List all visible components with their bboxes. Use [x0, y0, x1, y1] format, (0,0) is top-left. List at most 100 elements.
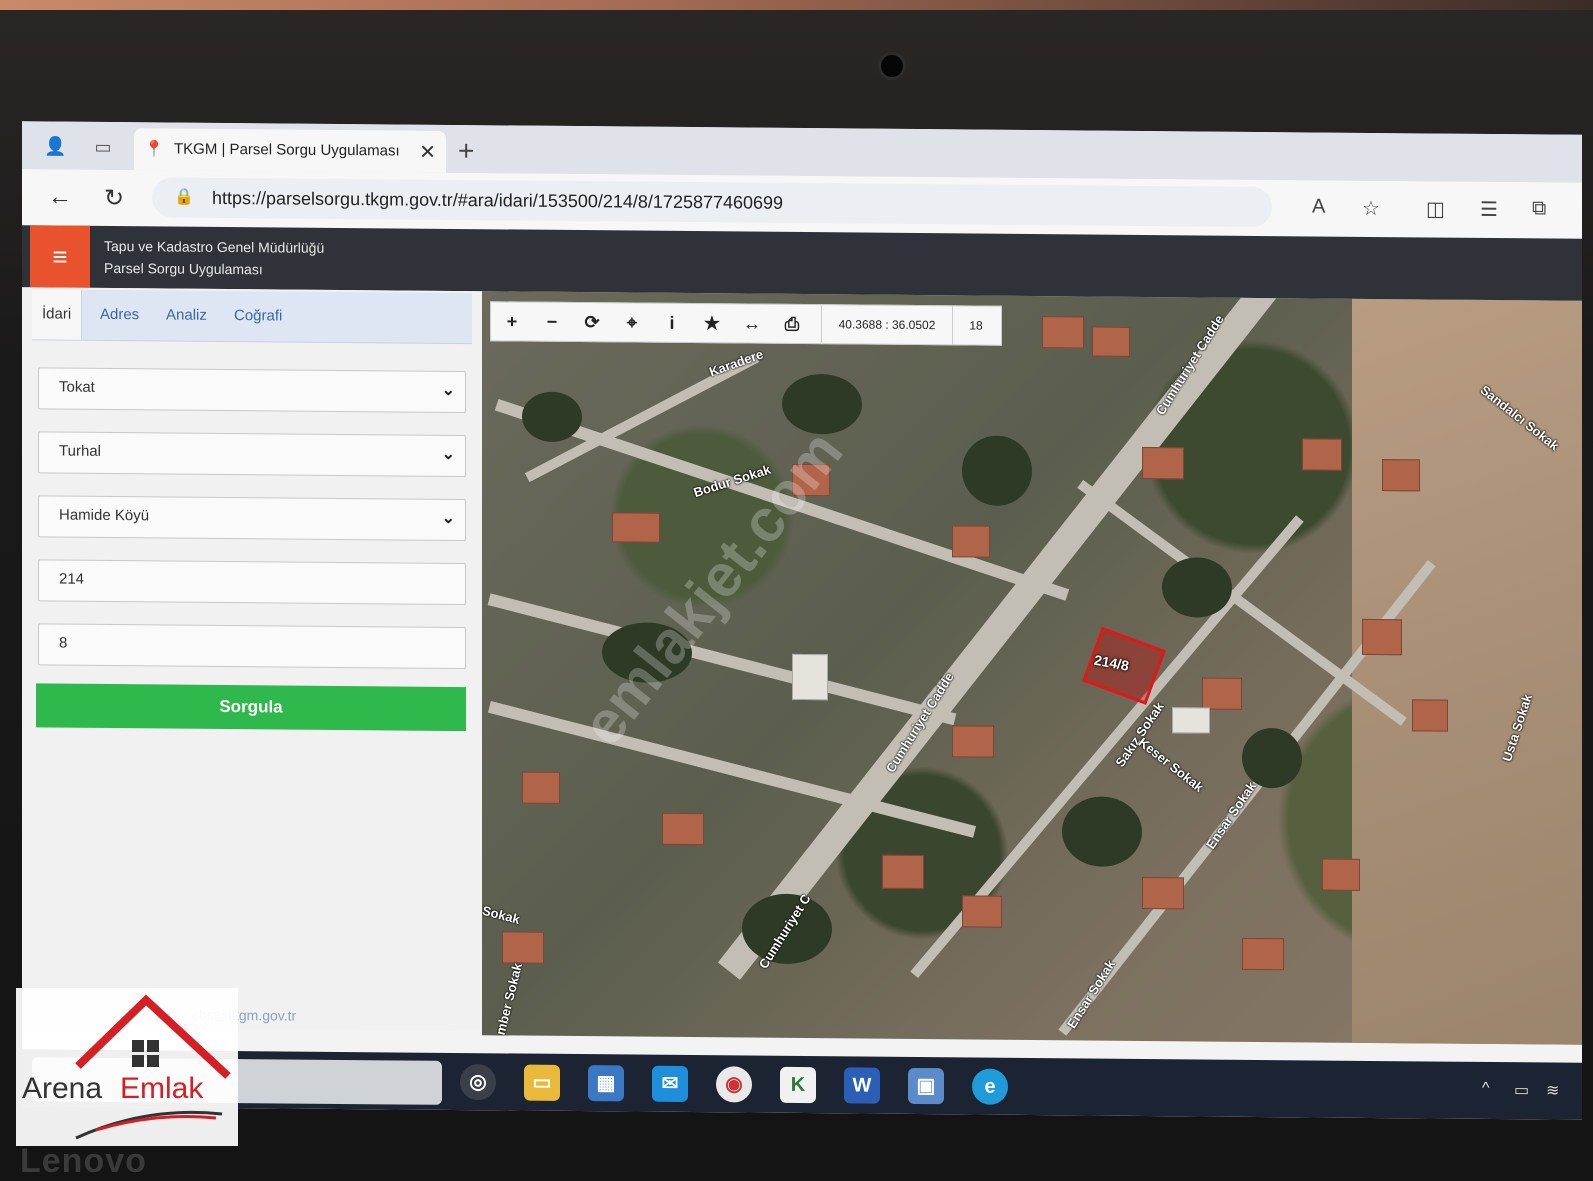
query-tabs: İdari Adres Analiz Coğrafi [32, 289, 472, 345]
refresh-map-icon[interactable]: ⟳ [575, 309, 609, 335]
device-brand: Lenovo [20, 1142, 147, 1180]
favorites-icon[interactable]: ☰ [1480, 197, 1498, 222]
wifi-icon[interactable]: ≋ [1546, 1080, 1559, 1100]
street-label: Ensar Sokak [1202, 778, 1260, 852]
app-title-app: Parsel Sorgu Uygulaması [104, 259, 263, 278]
ada-value: 214 [59, 570, 85, 588]
street-label: Ensar Sokak [1063, 957, 1119, 1031]
app-icon[interactable]: K [780, 1066, 816, 1104]
map-pin-icon: 📍 [144, 141, 164, 159]
building [1382, 459, 1420, 492]
chevron-down-icon: ⌄ [441, 509, 455, 527]
building [502, 931, 544, 964]
logo-text-arena: Arena [22, 1072, 103, 1105]
measure-icon[interactable]: ↔ [735, 310, 769, 336]
close-icon[interactable]: ✕ [419, 140, 436, 165]
print-icon[interactable]: ⎙ [775, 311, 809, 337]
building [962, 895, 1002, 928]
tab-actions-icon[interactable]: ▭ [92, 136, 114, 158]
task-view-icon[interactable]: ◎ [460, 1064, 496, 1101]
lock-icon[interactable]: 🔒 [174, 187, 194, 207]
il-select[interactable]: Tokat ⌄ [38, 367, 466, 414]
tree [1062, 796, 1142, 867]
mail-icon[interactable]: ✉ [652, 1065, 688, 1103]
building [1412, 699, 1448, 732]
tab-idari[interactable]: İdari [32, 289, 83, 340]
file-explorer-icon[interactable]: ▭ [524, 1064, 560, 1101]
url-text[interactable]: https://parselsorgu.tkgm.gov.tr/#ara/ida… [212, 188, 783, 214]
hamburger-menu-icon[interactable]: ≡ [30, 225, 90, 288]
ilce-value: Turhal [59, 442, 101, 460]
building [1142, 446, 1184, 480]
building [522, 771, 560, 804]
mahalle-value: Hamide Köyü [59, 506, 150, 525]
zoom-level: 18 [969, 318, 983, 333]
back-icon[interactable]: ← [48, 183, 72, 211]
info-icon[interactable]: i [655, 310, 689, 336]
coordinate-readout: 40.3688 : 36.0502 [821, 305, 953, 345]
sorgula-button[interactable]: Sorgula [36, 683, 466, 732]
tree [1162, 557, 1232, 618]
ada-input[interactable]: 214 [38, 559, 466, 606]
store-icon[interactable]: ▦ [588, 1065, 624, 1102]
building [952, 725, 994, 758]
street-label: Karadere [707, 346, 766, 380]
building [1142, 876, 1184, 910]
tray-chevron-icon[interactable]: ^ [1482, 1080, 1490, 1098]
watermark: emlakjet.com [568, 418, 856, 758]
white-building [792, 653, 828, 701]
tab-adres[interactable]: Adres [100, 306, 139, 323]
ilce-select[interactable]: Turhal ⌄ [38, 431, 466, 478]
map-toolbar: + − ⟳ ⌖ i ★ ↔ ⎙ 40.3688 : 36.0502 18 [490, 301, 1002, 346]
zoom-in-icon[interactable]: + [495, 308, 529, 334]
new-tab-button[interactable]: + [458, 135, 474, 167]
collections-icon[interactable]: ⧉ [1532, 197, 1546, 220]
parsel-value: 8 [59, 634, 68, 652]
building [1322, 858, 1360, 891]
locate-icon[interactable]: ⌖ [615, 309, 649, 335]
farm-field [1352, 298, 1582, 1045]
parsel-input[interactable]: 8 [38, 623, 466, 670]
street-label: Sokak [482, 902, 522, 927]
webcam [878, 52, 906, 80]
building [1042, 316, 1084, 349]
split-screen-icon[interactable]: ◫ [1426, 196, 1445, 221]
app-icon[interactable]: ▣ [908, 1067, 944, 1105]
building [1362, 618, 1402, 656]
browser-tab-active[interactable]: 📍 TKGM | Parsel Sorgu Uygulaması ✕ [134, 128, 446, 173]
favorite-star-icon[interactable]: ☆ [1362, 196, 1380, 221]
laptop-screen: 👤 ▭ 📍 TKGM | Parsel Sorgu Uygulaması ✕ +… [22, 121, 1582, 1120]
tree [962, 435, 1032, 507]
white-building [1172, 707, 1210, 734]
building [612, 512, 660, 543]
edge-icon[interactable]: e [972, 1068, 1008, 1105]
refresh-icon[interactable]: ↻ [104, 184, 124, 213]
mahalle-select[interactable]: Hamide Köyü ⌄ [38, 495, 466, 542]
star-icon[interactable]: ★ [695, 310, 729, 336]
building [1242, 937, 1284, 971]
chrome-icon[interactable]: ◉ [716, 1066, 752, 1103]
street-label: mber Sokak [492, 961, 526, 1037]
background-strip [0, 0, 1593, 10]
logo-text-emlak: Emlak [120, 1072, 204, 1105]
zoom-out-icon[interactable]: − [535, 309, 569, 335]
street-label: Keser Sokak [1135, 734, 1207, 795]
query-panel: İdari Adres Analiz Coğrafi Tokat ⌄ Turha… [22, 287, 482, 1032]
battery-icon[interactable]: ▭ [1514, 1080, 1529, 1100]
house-logo-icon [75, 994, 231, 1140]
building [1302, 438, 1342, 471]
tree [522, 391, 582, 443]
tab-cografi[interactable]: Coğrafi [234, 307, 282, 324]
arena-emlak-logo: Arena Emlak [16, 988, 238, 1146]
address-bar[interactable]: 🔒 https://parselsorgu.tkgm.gov.tr/#ara/i… [152, 177, 1272, 228]
chevron-down-icon: ⌄ [441, 381, 455, 399]
chevron-down-icon: ⌄ [441, 445, 455, 463]
building [882, 854, 924, 890]
satellite-map[interactable]: emlakjet.com Karadere Cumhuriyet Cadde B… [482, 291, 1582, 1045]
building [1092, 326, 1130, 357]
tab-analiz[interactable]: Analiz [166, 306, 207, 323]
word-icon[interactable]: W [844, 1067, 880, 1104]
tab-title: TKGM | Parsel Sorgu Uygulaması [174, 140, 400, 160]
read-aloud-icon[interactable]: A [1312, 195, 1325, 218]
profile-icon[interactable]: 👤 [44, 135, 66, 157]
